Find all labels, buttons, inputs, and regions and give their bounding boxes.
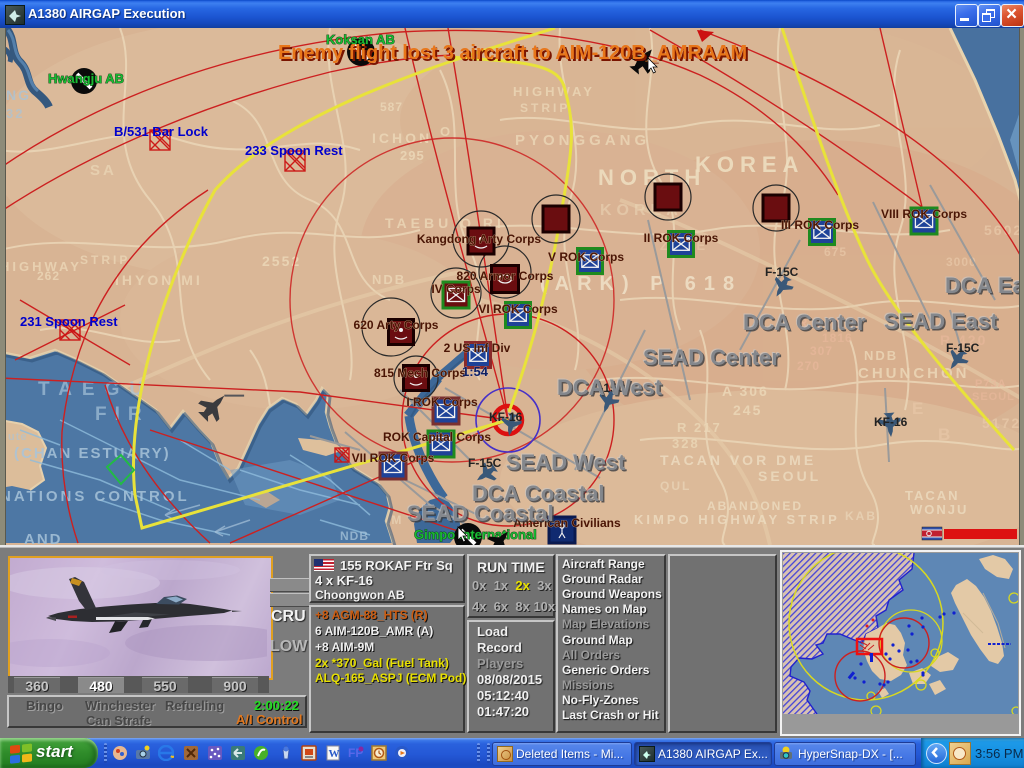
svg-text:WONJU: WONJU — [910, 502, 968, 517]
svg-text:5172: 5172 — [982, 415, 1021, 431]
svg-text:ute: ute — [8, 431, 28, 443]
svg-text:NORTH: NORTH — [598, 165, 706, 190]
svg-text:DCA West: DCA West — [557, 375, 663, 400]
svg-text:ICHON: ICHON — [372, 130, 432, 146]
svg-text:SA: SA — [90, 162, 117, 179]
svg-text:III ROK Corps: III ROK Corps — [781, 218, 859, 232]
svg-text:STRIP: STRIP — [80, 253, 130, 267]
svg-text:KF-16: KF-16 — [874, 415, 908, 429]
svg-text:A 306: A 306 — [722, 383, 769, 399]
svg-text:Gimpo International: Gimpo International — [414, 527, 537, 542]
svg-text:B: B — [938, 425, 952, 444]
svg-text:TACAN VOR DME: TACAN VOR DME — [660, 452, 816, 468]
svg-text:SEAD East: SEAD East — [884, 309, 998, 334]
svg-text:QUL: QUL — [660, 479, 691, 493]
svg-text:SEOUL: SEOUL — [758, 468, 821, 484]
svg-text:R 217: R 217 — [677, 420, 722, 435]
svg-text:1:54: 1:54 — [462, 364, 489, 379]
svg-text:AND: AND — [24, 531, 63, 545]
svg-text:STRIP: STRIP — [520, 101, 570, 115]
svg-text:(CHAN ESTUARY): (CHAN ESTUARY) — [14, 445, 171, 462]
svg-text:815 Mech Corps: 815 Mech Corps — [374, 366, 466, 380]
svg-text:F-15C: F-15C — [765, 265, 799, 279]
svg-text:SEAD Coastal: SEAD Coastal — [407, 501, 554, 526]
svg-text:675: 675 — [824, 245, 847, 259]
svg-text:ABANDONED: ABANDONED — [707, 499, 803, 513]
svg-text:VII ROK Corps: VII ROK Corps — [352, 451, 435, 465]
svg-text:B/531 Bar Lock: B/531 Bar Lock — [114, 124, 209, 139]
svg-text:620 Arty Corps: 620 Arty Corps — [354, 318, 439, 332]
svg-text:IV Corps: IV Corps — [431, 282, 481, 296]
svg-text:Kangdong Arty Corps: Kangdong Arty Corps — [417, 232, 542, 246]
svg-text:328: 328 — [672, 436, 700, 451]
svg-text:DCA Center: DCA Center — [743, 310, 866, 335]
svg-text:F-15C: F-15C — [468, 456, 502, 470]
svg-text:SEAD West: SEAD West — [506, 450, 626, 475]
svg-text:IHYON MI: IHYON MI — [115, 272, 203, 288]
svg-text:NG: NG — [6, 87, 31, 103]
svg-text:FIR: FIR — [95, 404, 150, 425]
svg-text:(ARK) P 618: (ARK) P 618 — [540, 273, 742, 295]
svg-text:3000: 3000 — [946, 255, 977, 269]
svg-text:II ROK Corps: II ROK Corps — [644, 231, 719, 245]
svg-text:Enemy flight lost 3 aircraft t: Enemy flight lost 3 aircraft to AIM-120B… — [278, 42, 747, 64]
svg-text:270: 270 — [797, 359, 820, 373]
svg-text:SEAD Center: SEAD Center — [643, 345, 780, 370]
svg-text:5602: 5602 — [984, 222, 1023, 238]
svg-text:P73A: P73A — [975, 378, 1007, 390]
svg-text:231 Spoon Rest: 231 Spoon Rest — [20, 314, 118, 329]
svg-text:VI ROK Corps: VI ROK Corps — [478, 302, 558, 316]
svg-text:KOREA: KOREA — [695, 152, 804, 177]
svg-text:820 Armor Corps: 820 Armor Corps — [457, 269, 554, 283]
svg-text:295: 295 — [400, 148, 425, 163]
svg-text:2 US Inf Div: 2 US Inf Div — [444, 341, 511, 355]
svg-text:245: 245 — [733, 402, 762, 418]
svg-text:O: O — [440, 124, 451, 139]
svg-text:233 Spoon Rest: 233 Spoon Rest — [245, 143, 343, 158]
svg-text:V ROK Corps: V ROK Corps — [548, 250, 624, 264]
svg-text:NDB: NDB — [864, 348, 898, 363]
svg-text:HIGHWAY: HIGHWAY — [513, 84, 595, 99]
svg-text:F-15C: F-15C — [946, 341, 980, 355]
svg-text:I ROK Corps: I ROK Corps — [406, 395, 478, 409]
svg-text:NDB: NDB — [372, 272, 406, 287]
svg-text:ROK Capital Corps: ROK Capital Corps — [383, 430, 491, 444]
svg-text:KIMPO HIGHWAY STRIP: KIMPO HIGHWAY STRIP — [634, 512, 840, 527]
svg-text:DCA Ea: DCA Ea — [945, 273, 1024, 298]
svg-text:E: E — [912, 399, 925, 418]
svg-text:262: 262 — [37, 269, 60, 283]
svg-text:PYONGGANG: PYONGGANG — [515, 132, 650, 149]
svg-text:KAB: KAB — [845, 509, 877, 523]
svg-text:VIII ROK Corps: VIII ROK Corps — [881, 207, 967, 221]
svg-text:W: W — [329, 748, 340, 760]
svg-text:Hwangju AB: Hwangju AB — [48, 71, 124, 86]
svg-text:32: 32 — [6, 106, 24, 121]
svg-text:307: 307 — [810, 344, 833, 358]
svg-text:SEOUL: SEOUL — [972, 391, 1015, 403]
svg-text:587: 587 — [380, 100, 403, 114]
svg-text:NDB: NDB — [340, 529, 369, 543]
svg-text:KF-16: KF-16 — [489, 410, 523, 424]
svg-text:TACAN: TACAN — [905, 488, 960, 503]
